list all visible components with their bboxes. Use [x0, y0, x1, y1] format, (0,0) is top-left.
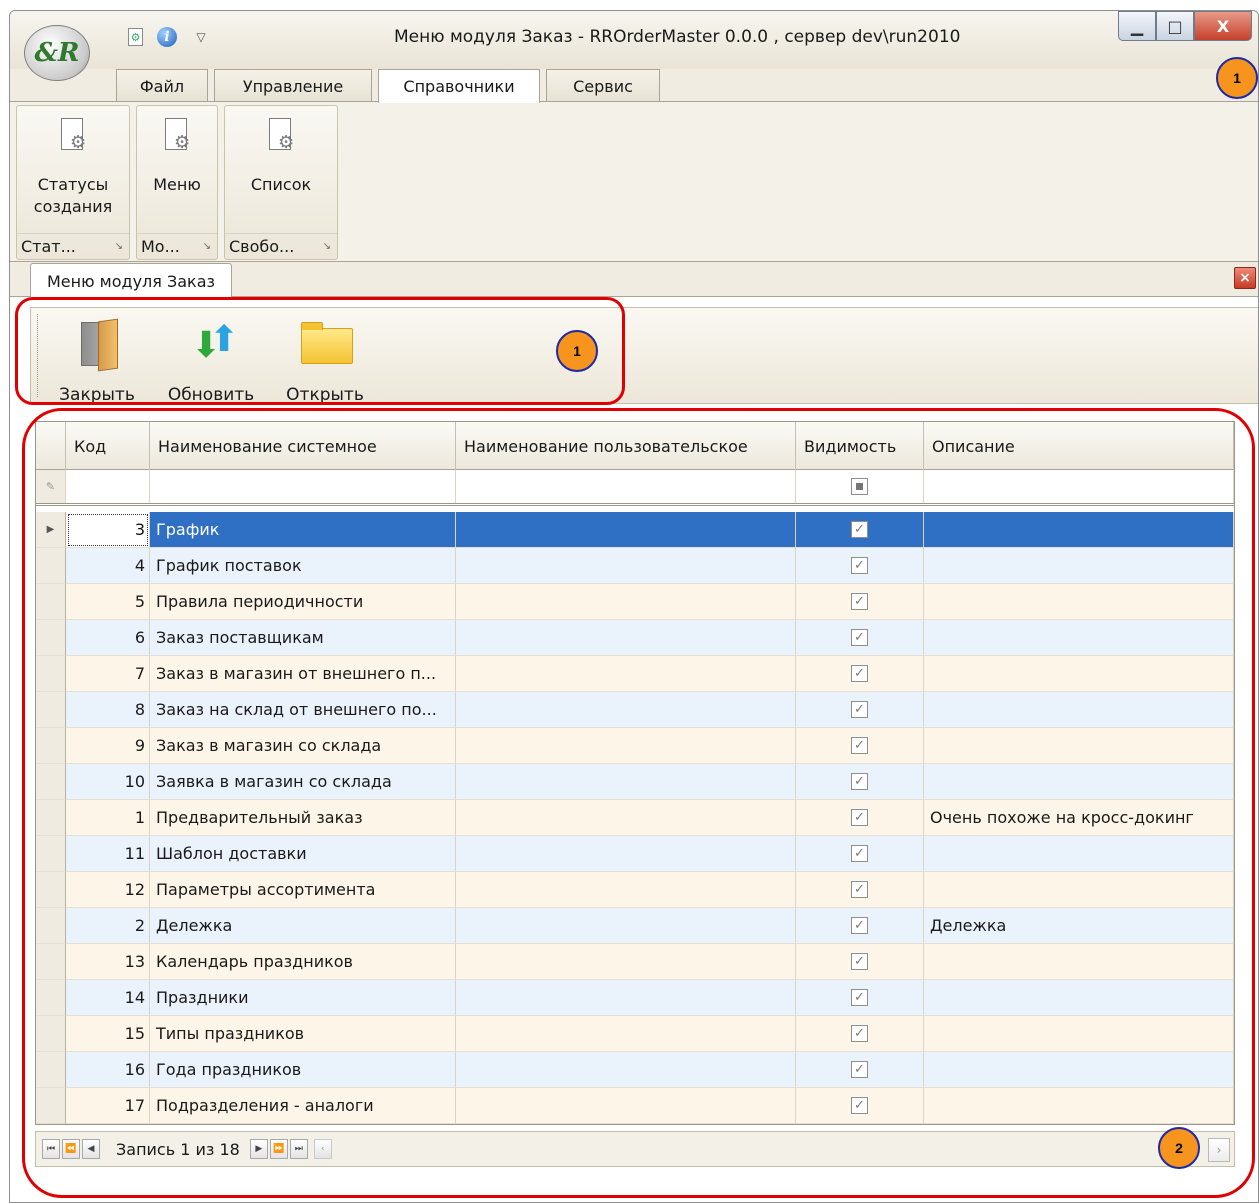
annotation-toolbar-highlight: [15, 297, 625, 405]
ribbon-group-caption: Свобо...: [229, 237, 295, 256]
close-document-button[interactable]: ×: [1234, 267, 1256, 289]
ribbon: ⚙ Статусы создания Стат... ↘ ⚙ Меню Мо..…: [10, 101, 1258, 262]
statuses-button-label: Статусы создания: [33, 175, 113, 216]
title-bar: ⚙ i ▽ Меню модуля Заказ - RROrderMaster …: [10, 11, 1258, 69]
dialog-launcher-icon[interactable]: ↘: [115, 241, 123, 252]
menu-tabs: Файл Управление Справочники Сервис: [10, 69, 1258, 103]
list-button-label: Список: [250, 175, 312, 194]
app-logo[interactable]: &R: [24, 25, 90, 81]
statuses-button[interactable]: ⚙ Статусы создания: [17, 106, 129, 234]
tab-service[interactable]: Сервис: [546, 69, 660, 102]
quick-access-toolbar: ⚙ i ▽: [128, 27, 211, 47]
annotation-marker-toolbar: 1: [556, 330, 598, 372]
customize-dropdown-icon[interactable]: ▽: [191, 27, 211, 47]
document-icon[interactable]: ⚙: [128, 28, 143, 46]
window-controls: ▁ □ X: [1118, 11, 1252, 41]
ribbon-group-footer: Свобо... ↘: [225, 233, 337, 259]
annotation-marker-grid: 2: [1158, 1127, 1200, 1169]
ribbon-group-caption: Мо...: [141, 237, 180, 256]
document-tabs: Меню модуля Заказ ×: [10, 263, 1258, 298]
dialog-launcher-icon[interactable]: ↘: [323, 241, 331, 252]
close-window-button[interactable]: X: [1194, 11, 1252, 41]
ribbon-group-list: ⚙ Список Свобо... ↘: [224, 105, 338, 260]
tab-directories[interactable]: Справочники: [378, 69, 540, 103]
annotation-grid-highlight: [22, 408, 1255, 1198]
list-button[interactable]: ⚙ Список: [225, 106, 337, 234]
page-gear-icon: ⚙: [58, 118, 88, 154]
annotation-marker-title: 1: [1216, 57, 1258, 99]
ribbon-group-menu: ⚙ Меню Мо... ↘: [136, 105, 218, 260]
ribbon-group-footer: Стат... ↘: [17, 233, 129, 259]
minimize-button[interactable]: ▁: [1118, 11, 1156, 41]
menu-button[interactable]: ⚙ Меню: [137, 106, 217, 234]
ribbon-group-statuses: ⚙ Статусы создания Стат... ↘: [16, 105, 130, 260]
ribbon-group-caption: Стат...: [21, 237, 76, 256]
tab-management[interactable]: Управление: [214, 69, 372, 102]
info-icon[interactable]: i: [157, 27, 177, 47]
document-tab-order-menu[interactable]: Меню модуля Заказ: [30, 263, 232, 298]
menu-button-label: Меню: [153, 175, 201, 194]
ribbon-group-footer: Мо... ↘: [137, 233, 217, 259]
window-title: Меню модуля Заказ - RROrderMaster 0.0.0 …: [394, 27, 961, 47]
page-gear-icon: ⚙: [162, 118, 192, 154]
dialog-launcher-icon[interactable]: ↘: [203, 241, 211, 252]
maximize-button[interactable]: □: [1156, 11, 1194, 41]
page-gear-icon: ⚙: [266, 118, 296, 154]
tab-file[interactable]: Файл: [116, 69, 208, 102]
